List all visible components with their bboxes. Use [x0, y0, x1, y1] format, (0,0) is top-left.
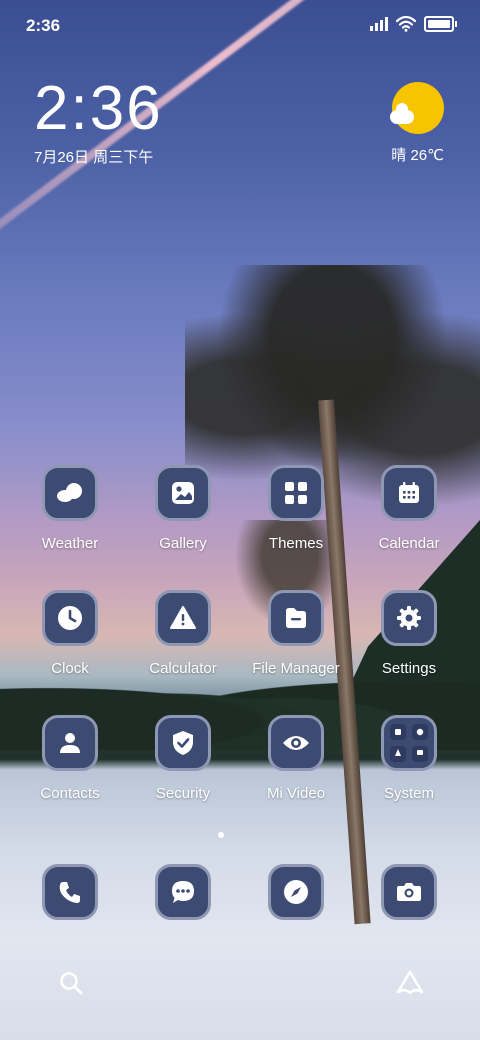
assistant-icon[interactable]: [392, 965, 428, 1001]
battery-icon: [424, 16, 457, 32]
clock-widget-time: 2:36: [34, 74, 163, 143]
app-gallery[interactable]: Gallery: [127, 465, 239, 552]
app-calendar[interactable]: Calendar: [353, 465, 465, 552]
calendar-icon: [381, 465, 437, 521]
clock-widget[interactable]: 2:36 7月26日 周三下午: [34, 76, 163, 167]
app-settings[interactable]: Settings: [353, 590, 465, 677]
app-label: Settings: [381, 660, 437, 677]
app-label: Clock: [51, 660, 89, 677]
weather-widget[interactable]: 晴 26℃: [390, 82, 444, 165]
themes-icon: [268, 465, 324, 521]
status-icons: [370, 16, 457, 32]
page-indicator-dot: [218, 832, 224, 838]
battery-fill: [428, 20, 450, 28]
contacts-icon: [42, 715, 98, 771]
security-icon: [155, 715, 211, 771]
app-label: System: [383, 785, 434, 802]
app-themes[interactable]: Themes: [240, 465, 352, 552]
dock-messages[interactable]: [155, 864, 211, 920]
messages-icon: [155, 864, 211, 920]
clock-icon: [42, 590, 98, 646]
app-label: Weather: [41, 535, 99, 552]
app-label: Calculator: [149, 660, 217, 677]
app-label: Contacts: [40, 785, 100, 802]
app-label: Themes: [268, 535, 324, 552]
settings-icon: [381, 590, 437, 646]
file-manager-icon: [268, 590, 324, 646]
app-calculator[interactable]: Calculator: [127, 590, 239, 677]
search-icon[interactable]: [53, 965, 89, 1001]
clock-widget-date: 7月26日 周三下午: [34, 149, 154, 166]
app-security[interactable]: Security: [127, 715, 239, 802]
status-bar: 2:36: [0, 0, 480, 50]
camera-icon: [381, 864, 437, 920]
app-weather[interactable]: Weather: [14, 465, 126, 552]
app-label: Mi Video: [266, 785, 326, 802]
app-label: Security: [155, 785, 211, 802]
app-file-manager[interactable]: File Manager: [240, 590, 352, 677]
status-time: 2:36: [26, 16, 61, 35]
browser-icon: [268, 864, 324, 920]
weather-widget-text: 晴 26℃: [391, 147, 444, 164]
app-label: Gallery: [159, 535, 207, 552]
phone-icon: [42, 864, 98, 920]
system-folder-icon: [381, 715, 437, 771]
dock-camera[interactable]: [381, 864, 437, 920]
weather-icon: [42, 465, 98, 521]
sun-cloud-icon: [390, 82, 444, 134]
app-label: File Manager: [252, 660, 340, 677]
app-system[interactable]: System: [353, 715, 465, 802]
dock-browser[interactable]: [268, 864, 324, 920]
calculator-icon: [155, 590, 211, 646]
signal-icon: [370, 17, 388, 31]
app-contacts[interactable]: Contacts: [14, 715, 126, 802]
mi-video-icon: [268, 715, 324, 771]
app-label: Calendar: [378, 535, 440, 552]
app-mi-video[interactable]: Mi Video: [240, 715, 352, 802]
dock-phone[interactable]: [42, 864, 98, 920]
wifi-icon: [396, 16, 416, 32]
app-clock[interactable]: Clock: [14, 590, 126, 677]
gallery-icon: [155, 465, 211, 521]
